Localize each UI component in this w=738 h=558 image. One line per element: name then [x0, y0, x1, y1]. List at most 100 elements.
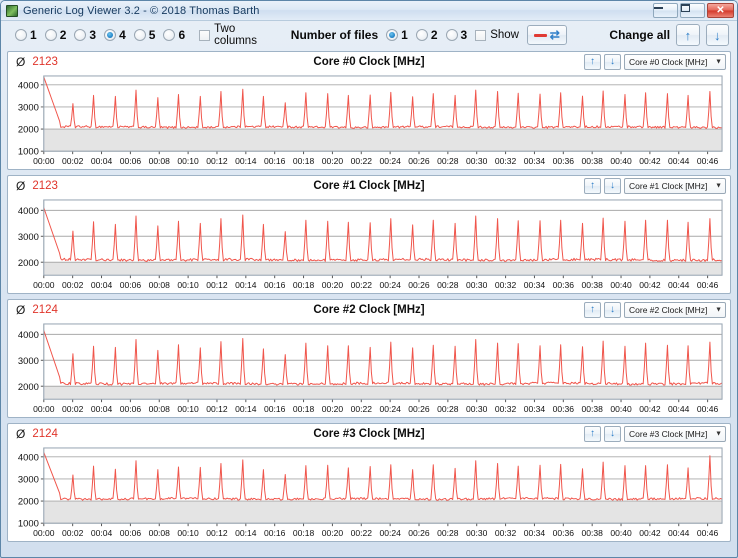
x-tick-label: 00:40 [610, 528, 632, 538]
x-tick-label: 00:22 [351, 528, 373, 538]
x-tick-label: 00:26 [408, 528, 430, 538]
chart-average: Ø 2123 [16, 55, 58, 69]
radio-icon [415, 29, 428, 41]
x-tick-label: 00:38 [581, 156, 603, 166]
chart-count-option-3[interactable]: 3 [74, 28, 96, 42]
maximize-button[interactable] [680, 3, 705, 18]
x-tick-label: 00:08 [149, 528, 171, 538]
chart-move-up-button[interactable]: ↑ [584, 54, 601, 70]
file-count-option-2[interactable]: 2 [415, 28, 438, 42]
chart-count-option-1[interactable]: 1 [15, 28, 37, 42]
average-value: 2124 [32, 304, 58, 316]
chart-plot: 4000 3000 2000 00:00 00:02 00:04 00:06 00:08 00:… [18, 323, 723, 414]
x-tick-label: 00:42 [639, 404, 661, 414]
x-tick-label: 00:12 [206, 280, 228, 290]
x-tick-label: 00:24 [379, 156, 401, 166]
x-tick-label: 00:16 [264, 528, 286, 538]
toolbar: 1 2 3 4 5 6 Two columns Number of files … [1, 21, 737, 49]
chart-move-up-button[interactable]: ↑ [584, 426, 601, 442]
x-tick-label: 00:02 [62, 156, 84, 166]
file-count-label-1: 1 [401, 28, 408, 42]
file-count-option-1[interactable]: 1 [386, 28, 408, 42]
chart-move-down-button[interactable]: ↓ [604, 178, 621, 194]
x-tick-label: 00:36 [553, 280, 575, 290]
file-count-option-3[interactable]: 3 [445, 28, 467, 42]
plot-area[interactable]: 4000 3000 2000 00:00 00:02 00:04 00:06 00:08 00:… [8, 196, 730, 293]
x-tick-label: 00:12 [206, 156, 228, 166]
y-tick-label: 3000 [18, 102, 39, 113]
x-tick-label: 00:30 [466, 404, 488, 414]
plot-area[interactable]: 4000 3000 2000 1000 00:00 00:02 00:04 00:06 00:0… [8, 72, 730, 169]
x-tick-label: 00:20 [322, 528, 344, 538]
x-tick-label: 00:28 [437, 280, 459, 290]
x-tick-label: 00:28 [437, 404, 459, 414]
average-symbol: Ø [16, 179, 26, 193]
x-tick-label: 00:38 [581, 280, 603, 290]
chart-count-option-5[interactable]: 5 [133, 28, 155, 42]
show-checkbox[interactable]: Show [475, 29, 519, 41]
chart-header: Ø 2123 Core #1 Clock [MHz] ↑ ↓ Core #1 Clock … [8, 176, 730, 196]
line-style-swap-button[interactable]: ⇄ [527, 25, 567, 45]
x-tick-label: 00:40 [610, 404, 632, 414]
chart-move-down-button[interactable]: ↓ [604, 302, 621, 318]
chart-series-select[interactable]: Core #0 Clock [MHz] ▼ [624, 54, 726, 70]
x-tick-label: 00:38 [581, 404, 603, 414]
x-tick-label: 00:02 [62, 528, 84, 538]
chart-series-select[interactable]: Core #1 Clock [MHz] ▼ [624, 178, 726, 194]
chart-count-option-2[interactable]: 2 [44, 28, 66, 42]
x-tick-label: 00:04 [91, 528, 113, 538]
chart-panel: Ø 2123 Core #1 Clock [MHz] ↑ ↓ Core #1 Clock … [7, 175, 731, 294]
chart-move-down-button[interactable]: ↓ [604, 426, 621, 442]
arrow-down-icon: ↓ [610, 56, 615, 67]
x-tick-label: 00:40 [610, 280, 632, 290]
swap-arrows-icon: ⇄ [549, 28, 560, 42]
x-tick-label: 00:06 [120, 404, 142, 414]
x-tick-label: 00:12 [206, 528, 228, 538]
chart-count-option-6[interactable]: 6 [163, 28, 185, 42]
window-title: Generic Log Viewer 3.2 - © 2018 Thomas B… [23, 4, 260, 17]
checkbox-icon [475, 29, 487, 41]
x-tick-label: 00:06 [120, 528, 142, 538]
x-tick-label: 00:26 [408, 156, 430, 166]
average-value: 2123 [32, 56, 58, 68]
window-controls: ✕ [653, 3, 734, 18]
chart-count-option-4[interactable]: 4 [104, 28, 126, 42]
change-all-down-button[interactable]: ↓ [705, 24, 730, 46]
average-symbol: Ø [16, 303, 26, 317]
chart-panel: Ø 2123 Core #0 Clock [MHz] ↑ ↓ Core #0 Clock … [7, 51, 731, 170]
minimize-button[interactable] [653, 3, 678, 18]
x-tick-label: 00:10 [177, 280, 199, 290]
chart-series-select[interactable]: Core #3 Clock [MHz] ▼ [624, 426, 726, 442]
chart-move-up-button[interactable]: ↑ [584, 178, 601, 194]
arrow-up-icon: ↑ [590, 56, 595, 67]
x-tick-label: 00:04 [91, 404, 113, 414]
plot-area[interactable]: 4000 3000 2000 1000 00:00 00:02 00:04 00:06 00:0… [8, 444, 730, 541]
x-tick-label: 00:32 [495, 156, 517, 166]
x-tick-label: 00:28 [437, 156, 459, 166]
plot-area[interactable]: 4000 3000 2000 00:00 00:02 00:04 00:06 00:08 00:… [8, 320, 730, 417]
x-tick-label: 00:38 [581, 528, 603, 538]
chart-move-down-button[interactable]: ↓ [604, 54, 621, 70]
x-tick-label: 00:22 [351, 404, 373, 414]
plot-lower-band [44, 501, 722, 524]
radio-icon [44, 29, 57, 41]
x-tick-label: 00:22 [351, 280, 373, 290]
x-tick-label: 00:36 [553, 404, 575, 414]
chart-count-label-6: 6 [178, 28, 186, 42]
change-all-up-button[interactable]: ↑ [676, 24, 700, 46]
two-columns-checkbox[interactable]: Two columns [199, 23, 272, 47]
x-tick-label: 00:04 [91, 280, 113, 290]
chart-move-up-button[interactable]: ↑ [584, 302, 601, 318]
x-tick-label: 00:00 [33, 280, 55, 290]
checkbox-icon [199, 29, 211, 41]
close-button[interactable]: ✕ [707, 3, 734, 18]
y-tick-label: 2000 [18, 496, 39, 507]
show-label: Show [490, 29, 519, 41]
x-tick-label: 00:44 [668, 156, 690, 166]
chart-series-select[interactable]: Core #2 Clock [MHz] ▼ [624, 302, 726, 318]
x-tick-label: 00:30 [466, 280, 488, 290]
arrow-down-icon: ↓ [610, 304, 615, 315]
x-tick-label: 00:24 [379, 528, 401, 538]
x-tick-label: 00:20 [322, 404, 344, 414]
x-tick-label: 00:18 [293, 528, 315, 538]
